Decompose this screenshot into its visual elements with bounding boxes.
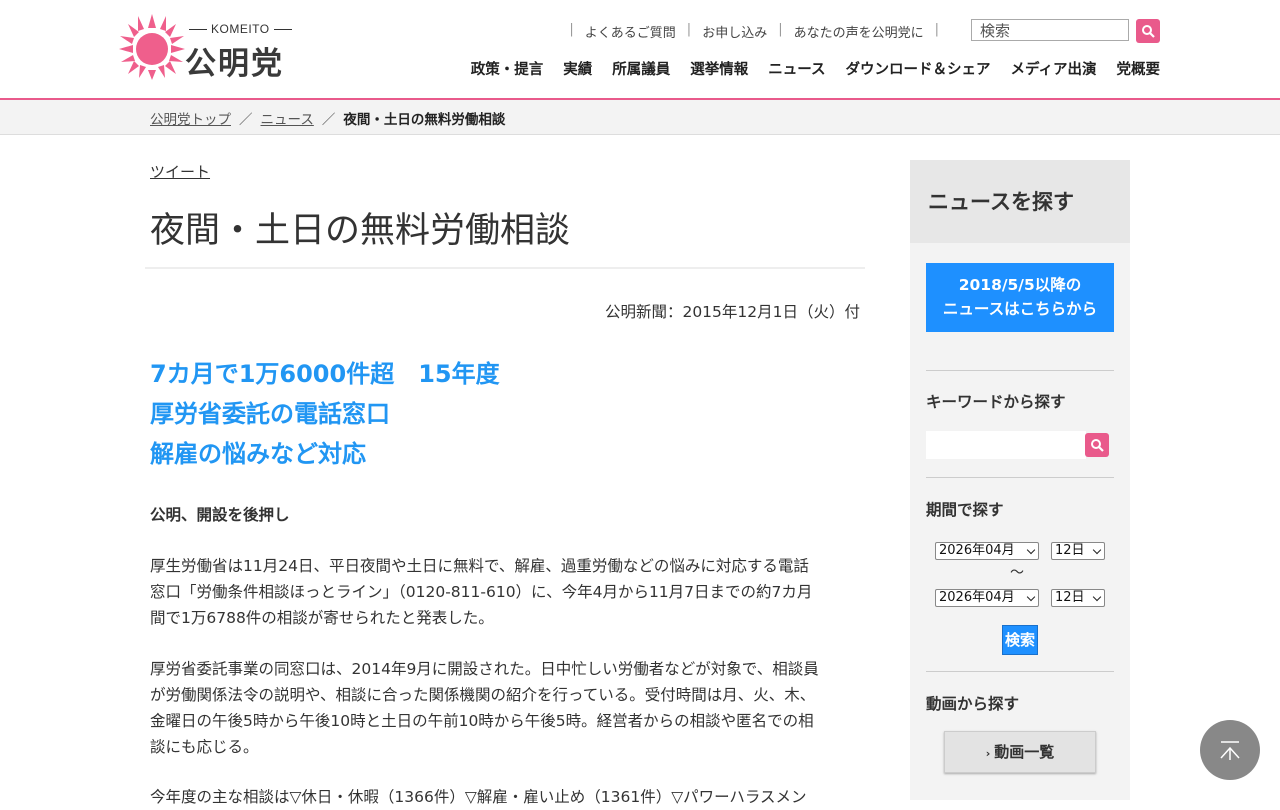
voice-link[interactable]: あなたの声を公明党に — [794, 22, 924, 41]
from-day-select[interactable]: 12日 — [1051, 542, 1105, 560]
sun-logo-icon — [119, 14, 185, 80]
nav-policy[interactable]: 政策・提言 — [471, 58, 544, 79]
site-search-button[interactable] — [1136, 19, 1160, 43]
video-label: 動画から探す — [926, 695, 1020, 713]
nav-download[interactable]: ダウンロード＆シェア — [846, 58, 991, 79]
arrow-up-icon — [1220, 741, 1240, 760]
breadcrumb-news[interactable]: ニュース — [261, 108, 314, 128]
from-month-select[interactable]: 2026年04月 — [935, 542, 1039, 560]
sidebar-heading: ニュースを探す — [910, 160, 1130, 243]
tweet-link[interactable]: ツイート — [150, 161, 210, 182]
lead-line: 7カ月で1万6000件超 15年度 — [150, 360, 500, 388]
breadcrumb-current: 夜間・土日の無料労働相談 — [343, 112, 506, 128]
nav-achievements[interactable]: 実績 — [563, 58, 592, 79]
logo-subtitle: KOMEITO — [185, 22, 296, 36]
breadcrumb: 公明党トップ ／ ニュース ／ 夜間・土日の無料労働相談 — [0, 100, 1280, 135]
lead-line: 解雇の悩みなど対応 — [150, 440, 366, 468]
new-news-banner[interactable]: 2018/5/5以降の ニュースはこちらから — [926, 263, 1114, 332]
period-search-button[interactable]: 検索 — [1002, 625, 1038, 655]
nav-election[interactable]: 選挙情報 — [690, 58, 748, 79]
article-paragraph: 今年度の主な相談は▽休日・休暇（1366件）▽解雇・雇い止め（1361件）▽パワ… — [150, 788, 807, 806]
site-search-input[interactable]: 検索 — [971, 19, 1129, 41]
keyword-search-button[interactable] — [1085, 433, 1109, 457]
faq-link[interactable]: よくあるご質問 — [585, 22, 676, 41]
article-paragraph: 厚労省委託事業の同窓口は、2014年9月に開設された。日中忙しい労働者などが対象… — [150, 660, 819, 756]
article-date: 公明新聞：2015年12月1日（火）付 — [604, 303, 860, 321]
article-paragraph: 厚生労働省は11月24日、平日夜間や土日に無料で、解雇、過重労働などの悩みに対応… — [150, 557, 813, 627]
article-lead: 7カ月で1万6000件超 15年度 厚労省委託の電話窓口 解雇の悩みなど対応 — [150, 354, 500, 474]
sidebar-divider — [926, 370, 1114, 371]
breadcrumb-separator: ／ — [239, 112, 253, 128]
apply-link[interactable]: お申し込み — [702, 22, 767, 41]
keyword-input[interactable] — [926, 431, 1086, 459]
to-month-select[interactable]: 2026年04月 — [935, 589, 1039, 607]
page-title: 夜間・土日の無料労働相談 — [150, 211, 571, 251]
period-tilde: 〜 — [1010, 565, 1024, 581]
lead-line: 厚労省委託の電話窓口 — [150, 400, 390, 428]
utility-links: | よくあるご質問 | お申し込み | あなたの声を公明党に | — [569, 22, 939, 41]
logo-title: 公明党 — [185, 46, 284, 82]
video-list-button[interactable]: › 動画一覧 — [944, 731, 1096, 773]
search-icon — [1091, 439, 1104, 452]
sidebar-divider — [926, 477, 1114, 478]
chevron-right-icon: › — [985, 747, 991, 760]
to-day-select[interactable]: 12日 — [1051, 589, 1105, 607]
news-search-sidebar: ニュースを探す 2018/5/5以降の ニュースはこちらから キーワードから探す… — [910, 160, 1130, 800]
global-nav: 政策・提言 実績 所属議員 選挙情報 ニュース ダウンロード＆シェア メディア出… — [471, 58, 1160, 79]
search-icon — [1142, 25, 1155, 38]
site-header: KOMEITO 公明党 | よくあるご質問 | お申し込み | あなたの声を公明… — [0, 0, 1280, 100]
nav-news[interactable]: ニュース — [768, 58, 825, 79]
nav-about[interactable]: 党概要 — [1117, 58, 1161, 79]
page-top-button[interactable] — [1200, 720, 1260, 780]
title-divider — [145, 267, 865, 269]
komeito-logo[interactable]: KOMEITO 公明党 — [119, 14, 309, 82]
nav-media[interactable]: メディア出演 — [1011, 58, 1097, 79]
breadcrumb-home[interactable]: 公明党トップ — [150, 108, 231, 128]
sidebar-divider — [926, 671, 1114, 672]
article-subhead: 公明、開設を後押し — [150, 506, 290, 524]
nav-members[interactable]: 所属議員 — [612, 58, 670, 79]
keyword-label: キーワードから探す — [926, 393, 1066, 411]
period-label: 期間で探す — [926, 501, 1004, 519]
breadcrumb-separator: ／ — [321, 112, 336, 128]
